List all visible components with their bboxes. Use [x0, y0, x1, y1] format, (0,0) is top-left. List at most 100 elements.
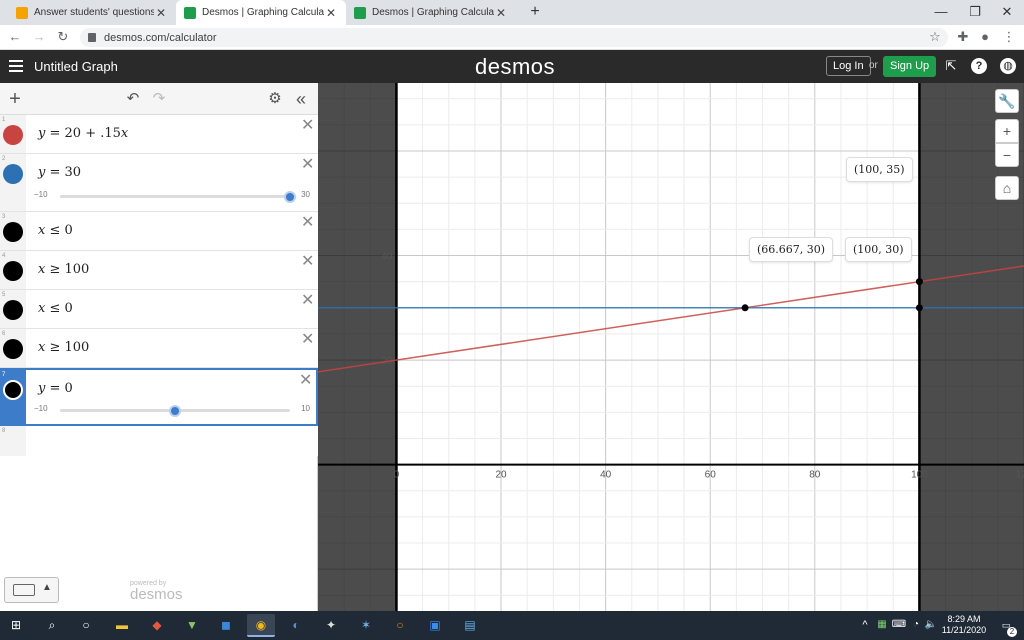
- expression-row-5[interactable]: 5 x ≤ 0 ✕: [0, 290, 318, 329]
- settings-gear-icon[interactable]: ⚙: [266, 90, 284, 108]
- app-icon[interactable]: ▼: [178, 614, 206, 637]
- delete-expression-icon[interactable]: ✕: [301, 118, 314, 134]
- expression-math[interactable]: y = 0: [38, 381, 73, 396]
- shaded-region-icon[interactable]: [3, 339, 23, 359]
- app-icon[interactable]: ○: [386, 614, 414, 637]
- point-label[interactable]: (100, 35): [846, 157, 913, 182]
- extensions-icon[interactable]: ✚: [954, 28, 972, 46]
- delete-expression-icon[interactable]: ✕: [301, 332, 314, 348]
- expression-math[interactable]: x ≤ 0: [38, 301, 73, 316]
- browser-menu-icon[interactable]: ⋮: [1000, 28, 1018, 46]
- slider-min[interactable]: −10: [34, 404, 48, 413]
- delete-expression-icon[interactable]: ✕: [301, 157, 314, 173]
- or-text: or: [869, 60, 878, 71]
- back-arrow-icon[interactable]: ←: [6, 28, 24, 46]
- app-icon[interactable]: ✶: [352, 614, 380, 637]
- delete-expression-icon[interactable]: ✕: [301, 254, 314, 270]
- file-explorer-icon[interactable]: ▬: [108, 614, 136, 637]
- home-view-icon[interactable]: ⌂: [995, 176, 1019, 200]
- graph-canvas[interactable]: 0204060801001202040: [318, 83, 1024, 611]
- task-view-icon[interactable]: ○: [76, 615, 96, 635]
- restore-button[interactable]: ❐: [960, 2, 990, 22]
- hamburger-menu-icon[interactable]: [9, 60, 23, 72]
- close-tab-icon[interactable]: ✕: [324, 6, 338, 20]
- profile-icon[interactable]: ●: [976, 28, 994, 46]
- language-globe-icon[interactable]: ◍: [1000, 58, 1016, 74]
- chrome-icon[interactable]: ◉: [247, 614, 275, 637]
- graph-title[interactable]: Untitled Graph: [34, 59, 118, 74]
- start-icon[interactable]: ⊞: [6, 615, 26, 635]
- value-slider[interactable]: −10 10: [34, 403, 310, 417]
- x-tick-label: 60: [705, 470, 717, 481]
- value-slider[interactable]: −10 30: [34, 189, 310, 203]
- clock-date: 11/21/2020: [941, 625, 987, 635]
- redo-icon[interactable]: ↷: [150, 90, 168, 108]
- add-item-icon[interactable]: +: [6, 89, 24, 109]
- expression-row-3[interactable]: 3 x ≤ 0 ✕: [0, 212, 318, 251]
- zoom-out-button[interactable]: −: [995, 143, 1019, 167]
- taskbar-clock[interactable]: 8:29 AM 11/21/2020: [937, 614, 991, 636]
- expression-row-6[interactable]: 6 x ≥ 100 ✕: [0, 329, 318, 368]
- minimize-button[interactable]: —: [926, 2, 956, 22]
- address-bar-row: ← → ↻ desmos.com/calculator ☆ ✚ ● ⋮: [0, 25, 1024, 50]
- close-tab-icon[interactable]: ✕: [494, 6, 508, 20]
- collapse-panel-icon[interactable]: «: [292, 90, 310, 108]
- slider-handle[interactable]: [284, 191, 296, 203]
- expression-row-7[interactable]: 7 y = 0 ✕ −10 10: [0, 368, 318, 426]
- undo-icon[interactable]: ↶: [124, 90, 142, 108]
- expression-math[interactable]: x ≤ 0: [38, 223, 73, 238]
- zoom-in-button[interactable]: +: [995, 119, 1019, 143]
- graph-line-icon[interactable]: [3, 125, 23, 145]
- graph-line-icon[interactable]: [3, 380, 23, 400]
- signup-button[interactable]: Sign Up: [883, 56, 937, 77]
- expression-row-empty[interactable]: 8: [0, 426, 318, 456]
- slider-handle[interactable]: [169, 405, 181, 417]
- expression-math[interactable]: x ≥ 100: [38, 262, 89, 277]
- expression-row-4[interactable]: 4 x ≥ 100 ✕: [0, 251, 318, 290]
- app-icon[interactable]: ✦: [317, 614, 345, 637]
- expression-math[interactable]: x ≥ 100: [38, 340, 89, 355]
- help-icon[interactable]: ?: [971, 58, 987, 74]
- share-icon[interactable]: ⇱: [943, 58, 959, 74]
- expression-row-2[interactable]: 2 y = 30 ✕ −10 30: [0, 154, 318, 212]
- notification-center-icon[interactable]: ▭ 2: [993, 615, 1019, 637]
- expression-row-1[interactable]: 1 y = 20 + .15x ✕: [0, 115, 318, 154]
- slider-track[interactable]: [60, 195, 290, 198]
- app-icon[interactable]: ◆: [143, 614, 171, 637]
- forward-arrow-icon[interactable]: →: [30, 28, 48, 46]
- slider-min[interactable]: −10: [34, 190, 48, 199]
- reload-icon[interactable]: ↻: [54, 28, 72, 46]
- delete-expression-icon[interactable]: ✕: [301, 293, 314, 309]
- expression-math[interactable]: y = 20 + .15x: [38, 126, 128, 141]
- expression-index: 6: [2, 331, 6, 337]
- keyboard-toggle-button[interactable]: ▲: [4, 577, 59, 603]
- shaded-region-icon[interactable]: [3, 300, 23, 320]
- slider-max[interactable]: 10: [301, 404, 310, 413]
- browser-tab-2[interactable]: Desmos | Graphing Calculator ✕: [176, 0, 346, 25]
- delete-expression-icon[interactable]: ✕: [301, 215, 314, 231]
- app-icon[interactable]: ◐: [282, 614, 310, 637]
- browser-tab-3[interactable]: Desmos | Graphing Calculator ✕: [346, 0, 516, 25]
- close-tab-icon[interactable]: ✕: [154, 6, 168, 20]
- shaded-region-icon[interactable]: [3, 261, 23, 281]
- wrench-icon[interactable]: 🔧: [995, 89, 1019, 113]
- point-label[interactable]: (66.667, 30): [749, 237, 834, 262]
- url-bar[interactable]: desmos.com/calculator: [80, 28, 948, 47]
- search-icon[interactable]: ⌕: [42, 615, 62, 635]
- bookmark-star-icon[interactable]: ☆: [926, 28, 944, 46]
- app-icon[interactable]: ◼: [212, 614, 240, 637]
- slider-max[interactable]: 30: [301, 190, 310, 199]
- login-button[interactable]: Log In: [826, 56, 871, 76]
- window-close-button[interactable]: ✕: [992, 2, 1022, 22]
- expression-toolbar: + ↶ ↷ ⚙ «: [0, 83, 318, 115]
- app-icon[interactable]: ▣: [421, 614, 449, 637]
- expression-math[interactable]: y = 30: [38, 165, 81, 180]
- browser-tab-1[interactable]: Answer students' questions and ✕: [8, 0, 176, 25]
- point-label[interactable]: (100, 30): [845, 237, 912, 262]
- app-icon[interactable]: ▤: [456, 614, 484, 637]
- delete-expression-icon[interactable]: ✕: [299, 373, 312, 389]
- new-tab-button[interactable]: +: [520, 2, 550, 22]
- graph-paper[interactable]: 0204060801001202040 🔧 + − ⌂ (100, 35) (6…: [318, 83, 1024, 611]
- shaded-region-icon[interactable]: [3, 222, 23, 242]
- graph-line-icon[interactable]: [3, 164, 23, 184]
